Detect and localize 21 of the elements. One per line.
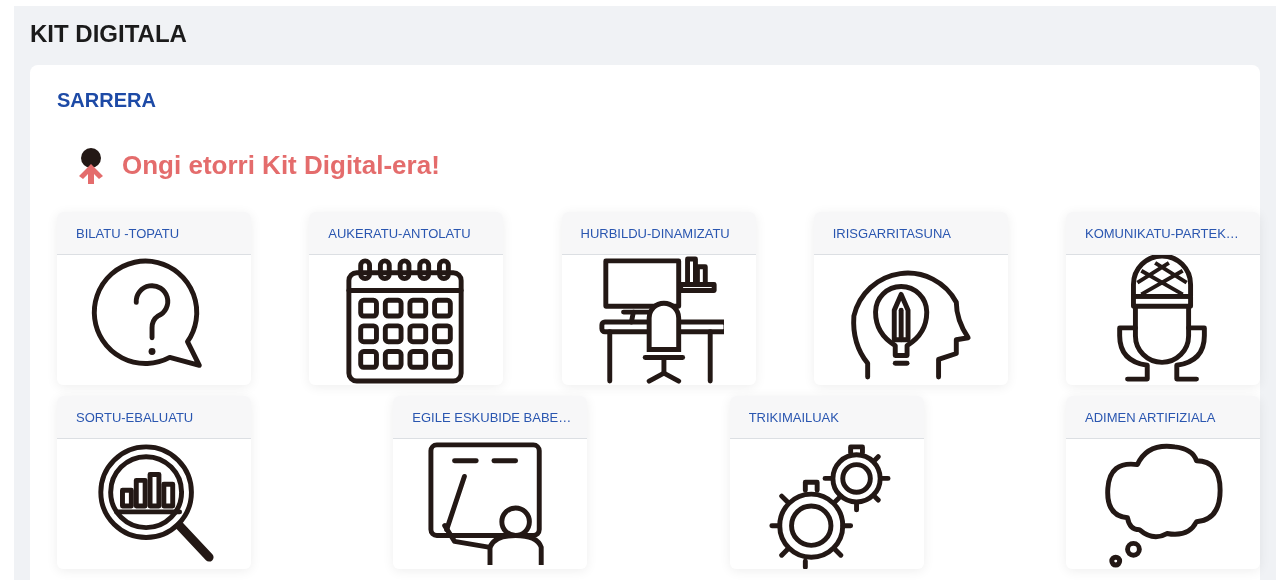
category-card[interactable]: TRIKIMAILUAK <box>729 396 924 569</box>
category-card[interactable]: KOMUNIKATU-PARTEK… <box>1066 212 1260 385</box>
category-card[interactable]: SORTU-EBALUATU <box>57 396 251 569</box>
section-heading: SARRERA <box>57 89 156 112</box>
category-card[interactable]: EGILE ESKUBIDE BABE… <box>393 396 588 569</box>
card-title: ADIMEN ARTIFIZIALA <box>1085 409 1216 425</box>
card-title: AUKERATU-ANTOLATU <box>328 225 471 241</box>
card-title: IRISGARRITASUNA <box>832 225 951 241</box>
category-card[interactable]: IRISGARRITASUNA <box>813 212 1008 385</box>
category-card[interactable]: HURBILDU-DINAMIZATU <box>561 212 756 385</box>
category-card[interactable]: BILATU -TOPATU <box>57 212 251 385</box>
welcome-heading: Ongi etorri Kit Digital-era! <box>122 149 440 181</box>
page-title: KIT DIGITALA <box>30 20 187 49</box>
card-title: TRIKIMAILUAK <box>748 409 839 425</box>
card-title: HURBILDU-DINAMIZATU <box>580 225 730 241</box>
card-title: BILATU -TOPATU <box>76 225 180 241</box>
card-title: KOMUNIKATU-PARTEK… <box>1085 225 1239 241</box>
card-title: SORTU-EBALUATU <box>76 409 194 425</box>
category-card[interactable]: AUKERATU-ANTOLATU <box>309 212 504 385</box>
category-card[interactable]: ADIMEN ARTIFIZIALA <box>1066 396 1260 569</box>
card-title: EGILE ESKUBIDE BABE… <box>412 409 572 425</box>
